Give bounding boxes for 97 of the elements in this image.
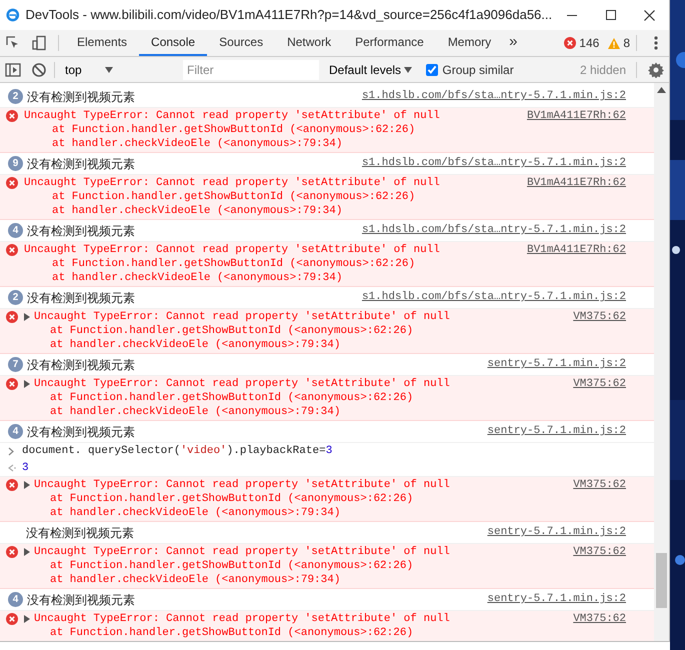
expand-arrow-icon[interactable] [24,380,30,388]
log-message: 没有检测到视频元素 [27,156,135,172]
count-badge: 2 [8,89,23,104]
maximize-icon[interactable] [606,10,616,20]
source-link[interactable]: BV1mA411E7Rh:62 [526,243,626,257]
source-link[interactable]: VM375:62 [573,545,626,559]
source-link[interactable]: sentry-5.7.1.min.js:2 [487,356,626,373]
log-message: 没有检测到视频元素 [27,424,135,440]
expand-arrow-icon[interactable] [24,548,30,556]
expand-arrow-icon[interactable] [24,313,30,321]
stack-trace-line: at Function.handler.getShowButtonId (<anonymous>:62:26) [51,190,416,204]
result-arrow-icon [8,464,16,472]
tab[interactable]: Performance [343,30,436,56]
console-command: document. querySelector('video').playbackRate=3 [22,444,332,460]
group-similar-checkbox[interactable] [426,64,438,76]
log-message: 没有检测到视频元素 [27,290,135,306]
stack-trace-line: at Function.handler.getShowButtonId (<anonymous>:62:26) [51,123,416,137]
error-message: Uncaught TypeError: Cannot read property 'setAttribute' of null [34,545,451,559]
minimize-icon[interactable] [566,14,577,16]
error-message: Uncaught TypeError: Cannot read property 'setAttribute' of null [34,377,451,391]
prompt-chevron-icon [8,447,14,456]
source-link[interactable]: s1.hdslb.com/bfs/sta…ntry-5.7.1.min.js:2 [362,88,626,105]
error-icon [6,110,18,122]
stack-trace-line: at Function.handler.getShowButtonId (<anonymous>:62:26) [49,559,414,573]
error-message: Uncaught TypeError: Cannot read property 'setAttribute' of null [24,176,441,190]
count-badge: 2 [8,290,23,305]
source-link[interactable]: VM375:62 [573,612,626,626]
stack-trace-line: at handler.checkVideoEle (<anonymous>:79:34) [49,506,342,520]
error-message: Uncaught TypeError: Cannot read property 'setAttribute' of null [34,478,451,492]
source-link[interactable]: BV1mA411E7Rh:62 [526,176,626,190]
log-message: 没有检测到视频元素 [27,356,135,374]
caret-icon [404,67,412,74]
tab[interactable]: Sources [207,30,276,56]
stack-trace-line: at handler.checkVideoEle (<anonymous>:79:34) [51,137,344,151]
hidden-count: 2 hidden [580,62,626,78]
error-icon [6,177,18,189]
error-message: Uncaught TypeError: Cannot read property 'setAttribute' of null [34,612,451,626]
error-icon [6,613,18,625]
tab[interactable]: Memory [436,30,504,56]
error-icon [6,378,18,390]
source-link[interactable]: sentry-5.7.1.min.js:2 [487,423,626,440]
levels-dropdown[interactable]: Default levels [325,60,416,78]
source-link[interactable]: BV1mA411E7Rh:62 [526,109,626,123]
count-badge: 4 [8,223,23,238]
source-link[interactable]: sentry-5.7.1.min.js:2 [487,524,626,541]
error-icon [6,244,18,256]
error-message: Uncaught TypeError: Cannot read property 'setAttribute' of null [24,109,441,123]
warning-icon [608,38,620,48]
stack-trace-line: at handler.checkVideoEle (<anonymous>:79:34) [49,338,342,352]
log-message: 没有检测到视频元素 [27,88,135,106]
tab[interactable]: Network [275,30,344,56]
stack-trace-line: at Function.handler.getShowButtonId (<anonymous>:62:26) [49,324,414,338]
log-message: 没有检测到视频元素 [26,524,134,542]
source-link[interactable]: VM375:62 [573,478,626,492]
window-title: DevTools - www.bilibili.com/video/BV1mA411E7Rh?p=14&vd_source=256c4f1a9096da56... [26,6,552,24]
stack-trace-line: at Function.handler.getShowButtonId (<anonymous>:62:26) [49,391,414,405]
close-icon[interactable] [644,10,655,20]
caret-icon [105,66,113,72]
stack-trace-line: at handler.checkVideoEle (<anonymous>:79:34) [51,271,344,285]
tab[interactable]: Elements [65,30,140,56]
error-count[interactable]: 146 [579,34,600,52]
source-link[interactable]: VM375:62 [573,310,626,324]
error-message: Uncaught TypeError: Cannot read property 'setAttribute' of null [24,243,441,257]
source-link[interactable]: s1.hdslb.com/bfs/sta…ntry-5.7.1.min.js:2 [362,222,626,239]
stack-trace-line: at Function.handler.getShowButtonId (<anonymous>:62:26) [49,492,414,506]
group-similar-label: Group similar [442,62,514,78]
error-icon [6,479,18,491]
stack-trace-line: at handler.checkVideoEle (<anonymous>:79:34) [49,405,342,419]
scrollbar[interactable] [654,83,669,641]
stack-trace-line: at handler.checkVideoEle (<anonymous>:79:34) [49,573,342,587]
error-message: Uncaught TypeError: Cannot read property 'setAttribute' of null [34,310,451,324]
source-link[interactable]: sentry-5.7.1.min.js:2 [487,591,626,608]
scrollbar-thumb[interactable] [656,553,667,608]
stack-trace-line: at handler.checkVideoEle (<anonymous>:79:34) [51,204,344,218]
log-message: 没有检测到视频元素 [27,592,135,608]
count-badge: 4 [8,592,23,607]
source-link[interactable]: s1.hdslb.com/bfs/sta…ntry-5.7.1.min.js:2 [362,155,626,172]
source-link[interactable]: VM375:62 [573,377,626,391]
count-badge: 4 [8,424,23,439]
log-message: 没有检测到视频元素 [27,222,135,240]
filter-field[interactable]: Filter [183,60,319,80]
source-link[interactable]: s1.hdslb.com/bfs/sta…ntry-5.7.1.min.js:2 [362,289,626,306]
count-badge: 7 [8,357,23,372]
browser-logo-icon [6,7,20,23]
warning-count[interactable]: 8 [623,34,630,52]
error-icon [6,546,18,558]
context-select[interactable]: top [57,60,117,78]
stack-trace-line: at Function.handler.getShowButtonId (<anonymous>:62:26) [51,257,416,271]
result-value: 3 [22,460,29,476]
count-badge: 9 [8,156,23,171]
stack-trace-line: at Function.handler.getShowButtonId (<anonymous>:62:26) [49,626,414,640]
expand-arrow-icon[interactable] [24,615,30,623]
error-icon [564,37,576,49]
scroll-up-icon[interactable] [657,87,666,93]
error-icon [6,311,18,323]
expand-arrow-icon[interactable] [24,481,30,489]
more-tabs-button[interactable]: » [503,30,524,56]
